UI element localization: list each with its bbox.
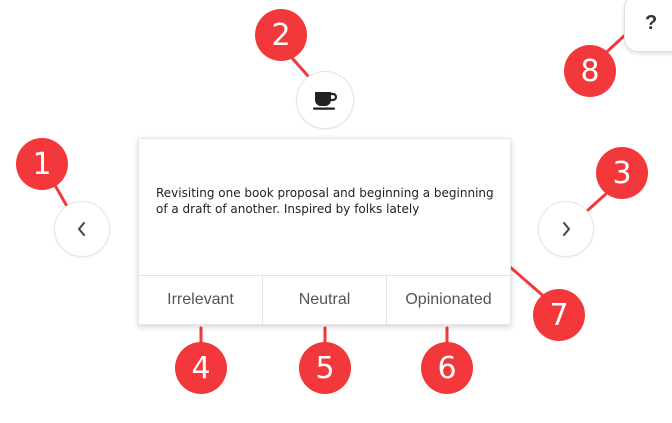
help-label: ? [645,11,658,34]
rating-actions: Irrelevant Neutral Opinionated [139,275,510,324]
post-text: Revisiting one book proposal and beginni… [156,186,494,216]
marker-5: 5 [299,342,351,394]
coffee-cup-icon [313,92,338,110]
marker-1: 1 [16,138,68,190]
next-button[interactable] [538,201,594,257]
marker-4: 4 [175,342,227,394]
irrelevant-button[interactable]: Irrelevant [139,276,262,324]
marker-2: 2 [255,9,307,61]
previous-button[interactable] [54,201,110,257]
marker-3: 3 [596,147,648,199]
help-button[interactable]: ? [624,0,672,52]
opinionated-button[interactable]: Opinionated [386,276,510,324]
neutral-button[interactable]: Neutral [262,276,386,324]
chevron-right-icon [563,222,570,236]
marker-6: 6 [421,342,473,394]
post-card: Revisiting one book proposal and beginni… [138,138,511,325]
marker-8: 8 [564,45,616,97]
coffee-button[interactable] [296,71,354,129]
chevron-left-icon [78,222,85,236]
marker-7: 7 [533,289,585,341]
